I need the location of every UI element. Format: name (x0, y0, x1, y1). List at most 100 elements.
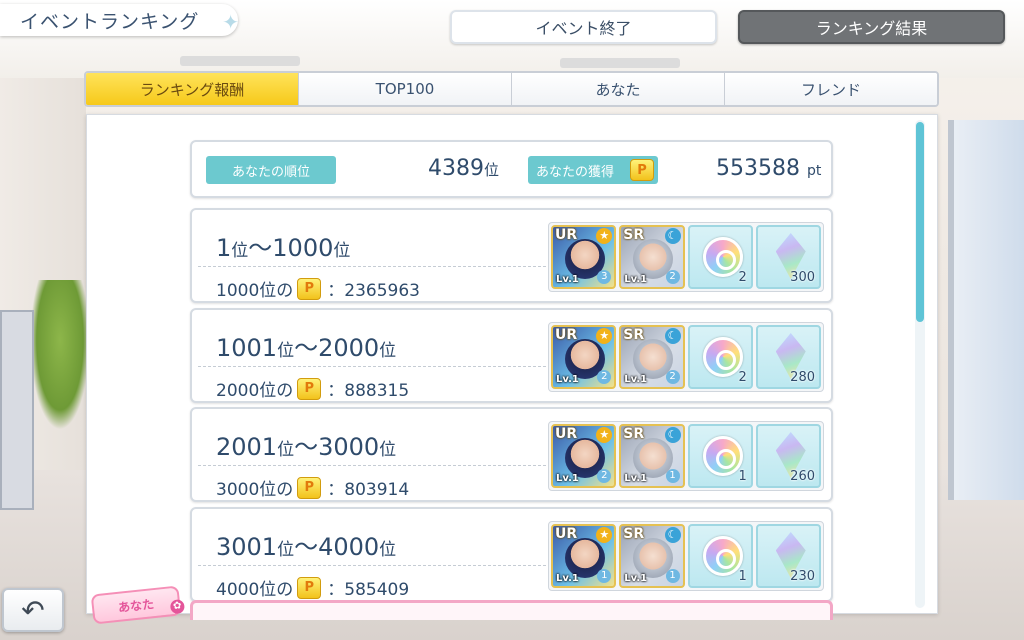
gem-icon[interactable]: 230 (755, 524, 821, 588)
ur-card-icon[interactable]: UR ★ Lv.1 2 (551, 424, 617, 488)
quantity-label: 230 (790, 569, 815, 584)
range-sep: ～ (294, 533, 319, 561)
gem-icon[interactable]: 260 (755, 424, 821, 488)
tab-top100[interactable]: TOP100 (299, 73, 512, 105)
point-icon: P (630, 159, 654, 181)
rainbow-coin-shape (702, 536, 743, 576)
rarity-label: UR (555, 327, 578, 343)
coin-icon[interactable]: 2 (687, 225, 753, 289)
reward-items: UR ★ Lv.1 1 SR ☾ Lv.1 1 1 230 (548, 521, 824, 591)
range-unit: 位 (277, 341, 295, 361)
my-rank-value: 4389位 (428, 156, 499, 181)
sr-card-icon[interactable]: SR ☾ Lv.1 1 (619, 424, 685, 488)
back-button[interactable]: ↶ (2, 588, 64, 632)
rarity-label: SR (623, 327, 645, 343)
tab-ranking-reward[interactable]: ランキング報酬 (86, 73, 299, 105)
range-to: 2000 (318, 334, 380, 362)
ranking-result-button[interactable]: ランキング結果 (738, 10, 1005, 44)
point-icon: P (297, 277, 322, 300)
rarity-label: SR (623, 426, 645, 442)
rank-range: 1位～1000位 (216, 228, 350, 263)
point-icon: P (297, 476, 322, 499)
range-sep: ～ (294, 433, 319, 461)
reward-row-partial (190, 600, 833, 620)
ur-card-icon[interactable]: UR ★ Lv.1 3 (551, 225, 617, 289)
rank-range: 2001位～3000位 (216, 427, 396, 462)
my-earned-label: あなたの獲得 P (528, 156, 658, 184)
sr-card-icon[interactable]: SR ☾ Lv.1 2 (619, 325, 685, 389)
quantity-label: 300 (790, 270, 815, 285)
star-attribute-icon: ★ (596, 427, 613, 443)
divider (198, 266, 546, 267)
quantity-chip: 2 (597, 370, 612, 384)
coin-icon[interactable]: 1 (687, 424, 753, 488)
range-to: 4000 (318, 533, 380, 561)
points-number: 553588 (716, 156, 800, 181)
star-attribute-icon: ★ (596, 527, 613, 543)
range-unit: 位 (277, 440, 295, 460)
points-unit: pt (806, 163, 822, 179)
quantity-label: 2 (738, 370, 747, 385)
border-points: 1000位の P ：2365963 (216, 276, 420, 301)
reward-items: UR ★ Lv.1 2 SR ☾ Lv.1 2 2 280 (548, 322, 824, 392)
background-window (948, 120, 1024, 500)
tab-friend[interactable]: フレンド (725, 73, 937, 105)
border-points-value: ：2365963 (327, 281, 420, 301)
my-rank-summary: あなたの順位 4389位 あなたの獲得 P 553588 pt (190, 140, 833, 198)
background-shelf (0, 310, 34, 510)
rainbow-coin-shape (702, 337, 743, 377)
border-points-value: ：585409 (327, 580, 410, 600)
quantity-label: 1 (738, 569, 747, 584)
sparkle-icon: ✦ (222, 10, 240, 34)
scrollbar[interactable] (915, 120, 925, 608)
ur-card-icon[interactable]: UR ★ Lv.1 2 (551, 325, 617, 389)
coin-icon[interactable]: 2 (687, 325, 753, 389)
border-points: 3000位の P ：803914 (216, 475, 409, 500)
rank-range: 3001位～4000位 (216, 527, 396, 562)
point-icon: P (297, 377, 322, 400)
range-from: 1 (216, 234, 232, 262)
range-from: 1001 (216, 334, 278, 362)
moon-attribute-icon: ☾ (664, 328, 681, 344)
range-unit: 位 (333, 241, 351, 261)
sr-card-icon[interactable]: SR ☾ Lv.1 2 (619, 225, 685, 289)
scrollbar-thumb[interactable] (916, 122, 924, 322)
level-label: Lv.1 (624, 473, 648, 484)
range-sep: ～ (248, 234, 273, 262)
quantity-label: 280 (790, 370, 815, 385)
range-unit: 位 (277, 540, 295, 560)
reward-row: 3001位～4000位 4000位の P ：585409 UR ★ Lv.1 1 SR ☾ Lv.1… (190, 507, 833, 602)
quantity-label: 2 (738, 270, 747, 285)
ranking-tabs: ランキング報酬 TOP100 あなた フレンド (84, 71, 939, 107)
moon-attribute-icon: ☾ (664, 427, 681, 443)
quantity-label: 260 (790, 469, 815, 484)
quantity-chip: 2 (597, 469, 612, 483)
you-badge-label: あなた (117, 596, 155, 615)
divider (198, 366, 546, 367)
border-points: 2000位の P ：888315 (216, 376, 409, 401)
reward-row: 1位～1000位 1000位の P ：2365963 UR ★ Lv.1 3 SR ☾ Lv.1 2 2… (190, 208, 833, 303)
tab-you[interactable]: あなた (512, 73, 725, 105)
gem-icon[interactable]: 280 (755, 325, 821, 389)
level-label: Lv.1 (556, 274, 579, 285)
gem-icon[interactable]: 300 (755, 225, 821, 289)
reward-row: 1001位～2000位 2000位の P ：888315 UR ★ Lv.1 2 SR ☾ Lv.1… (190, 308, 833, 403)
border-points: 4000位の P ：585409 (216, 575, 409, 600)
sr-card-icon[interactable]: SR ☾ Lv.1 1 (619, 524, 685, 588)
border-rank-label: 3000位の (216, 480, 294, 500)
background-plant (30, 280, 90, 430)
rarity-label: SR (623, 526, 645, 542)
border-points-value: ：888315 (327, 381, 410, 401)
range-unit: 位 (379, 540, 397, 560)
tab-label: フレンド (800, 80, 861, 99)
back-arrow-icon: ↶ (21, 593, 45, 627)
coin-icon[interactable]: 1 (687, 524, 753, 588)
range-unit: 位 (379, 341, 397, 361)
my-points-value: 553588 pt (716, 156, 821, 181)
ur-card-icon[interactable]: UR ★ Lv.1 1 (551, 524, 617, 588)
moon-attribute-icon: ☾ (664, 527, 681, 543)
star-attribute-icon: ★ (596, 228, 613, 244)
event-end-button[interactable]: イベント終了 (450, 10, 717, 44)
level-label: Lv.1 (556, 473, 579, 484)
level-label: Lv.1 (624, 573, 648, 584)
